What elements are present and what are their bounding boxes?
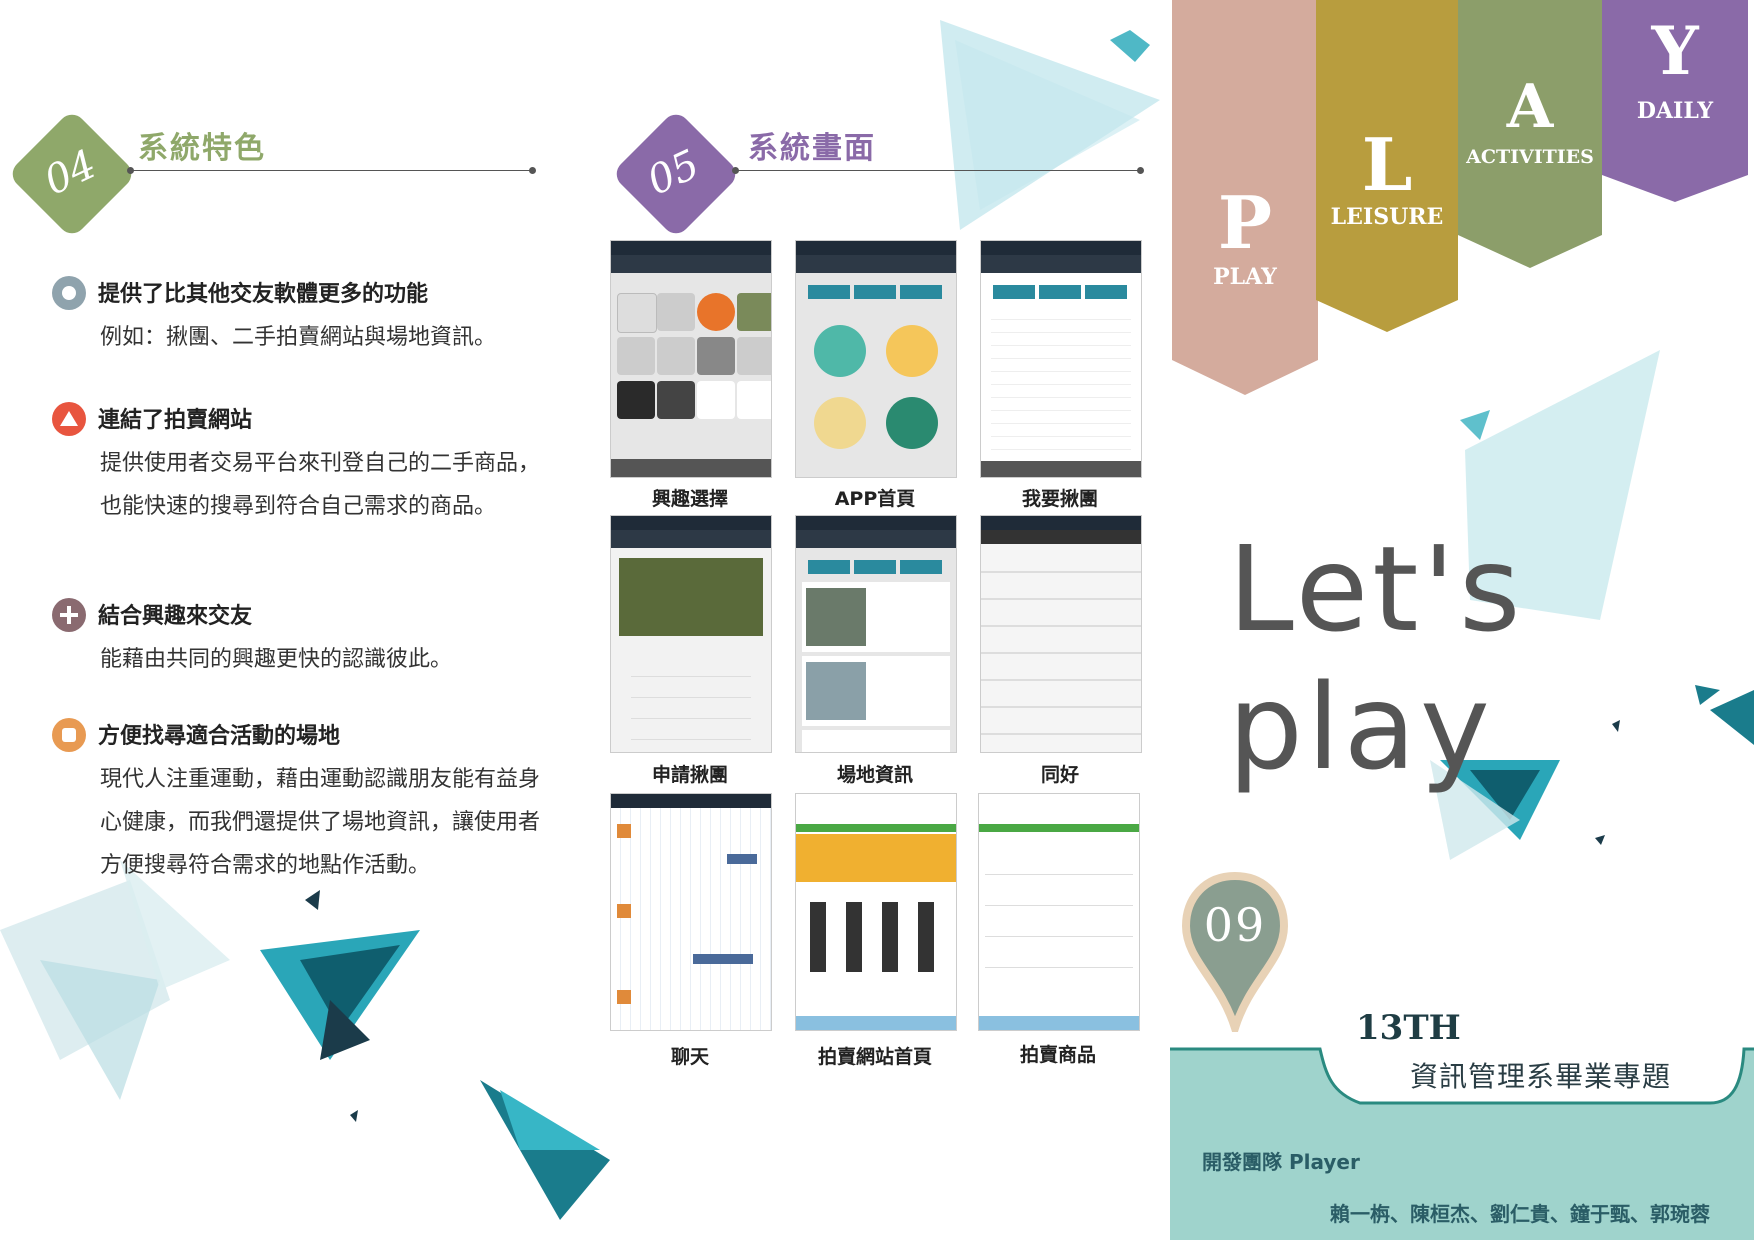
main-title: Let's play: [1228, 520, 1525, 796]
banner-letter: P: [1217, 180, 1273, 265]
pin-number: 09: [1203, 898, 1267, 952]
section-divider: [735, 170, 1140, 171]
section-title: 系統畫面: [748, 131, 876, 166]
feature-title: 方便找尋適合活動的場地: [98, 724, 341, 749]
screenshot-auction-home: [795, 793, 957, 1031]
feature-title: 提供了比其他交友軟體更多的功能: [98, 282, 429, 307]
team-label: 開發團隊 Player: [1202, 1150, 1360, 1174]
screenshot-friends: [980, 515, 1142, 753]
circle-icon: [52, 276, 86, 310]
feature-body: 提供使用者交易平台來刊登自己的二手商品，也能快速的搜尋到符合自己需求的商品。: [100, 451, 541, 519]
screenshot-caption: 聊天: [670, 1046, 709, 1068]
screenshot-caption: 拍賣網站首頁: [817, 1046, 932, 1068]
location-pin-icon: [1181, 872, 1289, 1032]
screenshot-caption: 興趣選擇: [651, 488, 728, 510]
screenshot-caption: 場地資訊: [836, 764, 913, 786]
screenshot-app-home: [795, 240, 957, 478]
plus-icon: [52, 598, 86, 632]
feature-item: 方便找尋適合活動的場地 現代人注重運動，藉由運動認識朋友能有益身心健康，而我們還…: [52, 718, 552, 918]
banner-letter: A: [1506, 72, 1554, 142]
feature-body: 例如：揪團、二手拍賣網站與場地資訊。: [100, 325, 497, 350]
feature-body: 能藉由共同的興趣更快的認識彼此。: [100, 647, 453, 672]
screenshot-auction-items: [978, 793, 1140, 1031]
edition-label: 13TH: [1356, 1008, 1461, 1048]
section-title: 系統特色: [138, 131, 266, 166]
screenshot-caption: 申請揪團: [651, 764, 728, 786]
screenshot-chat: [610, 793, 772, 1031]
banner-word: DAILY: [1636, 98, 1714, 124]
department-label: 資訊管理系畢業專題: [1410, 1060, 1672, 1093]
banner-word: LEISURE: [1330, 204, 1444, 230]
screenshot-caption: 拍賣商品: [1019, 1044, 1096, 1066]
feature-item: 連結了拍賣網站 提供使用者交易平台來刊登自己的二手商品，也能快速的搜尋到符合自己…: [52, 402, 552, 562]
square-icon: [52, 718, 86, 752]
screenshot-caption: 我要揪團: [1021, 488, 1098, 510]
feature-title: 結合興趣來交友: [98, 604, 253, 629]
team-members: 賴一栴、陳桓杰、劉仁貴、鐘于甄、郭琬蓉: [1330, 1202, 1710, 1226]
banner-letter: L: [1361, 122, 1413, 207]
screenshot-venue-info: [795, 515, 957, 753]
screenshot-caption: APP首頁: [834, 488, 916, 510]
screenshot-caption: 同好: [1040, 764, 1079, 786]
screenshot-apply-group: [610, 515, 772, 753]
screenshot-join-group: [980, 240, 1142, 478]
screenshot-interest-selection: [610, 240, 772, 478]
banner-word: PLAY: [1213, 264, 1277, 290]
feature-item: 結合興趣來交友 能藉由共同的興趣更快的認識彼此。: [52, 598, 552, 678]
banner-word: ACTIVITIES: [1466, 146, 1594, 168]
feature-title: 連結了拍賣網站: [98, 408, 253, 433]
triangle-icon: [52, 402, 86, 436]
banner-letter: Y: [1651, 12, 1699, 90]
feature-item: 提供了比其他交友軟體更多的功能 例如：揪團、二手拍賣網站與場地資訊。: [52, 276, 552, 356]
section-divider: [130, 170, 532, 171]
feature-body: 現代人注重運動，藉由運動認識朋友能有益身心健康，而我們還提供了場地資訊，讓使用者…: [100, 767, 541, 878]
